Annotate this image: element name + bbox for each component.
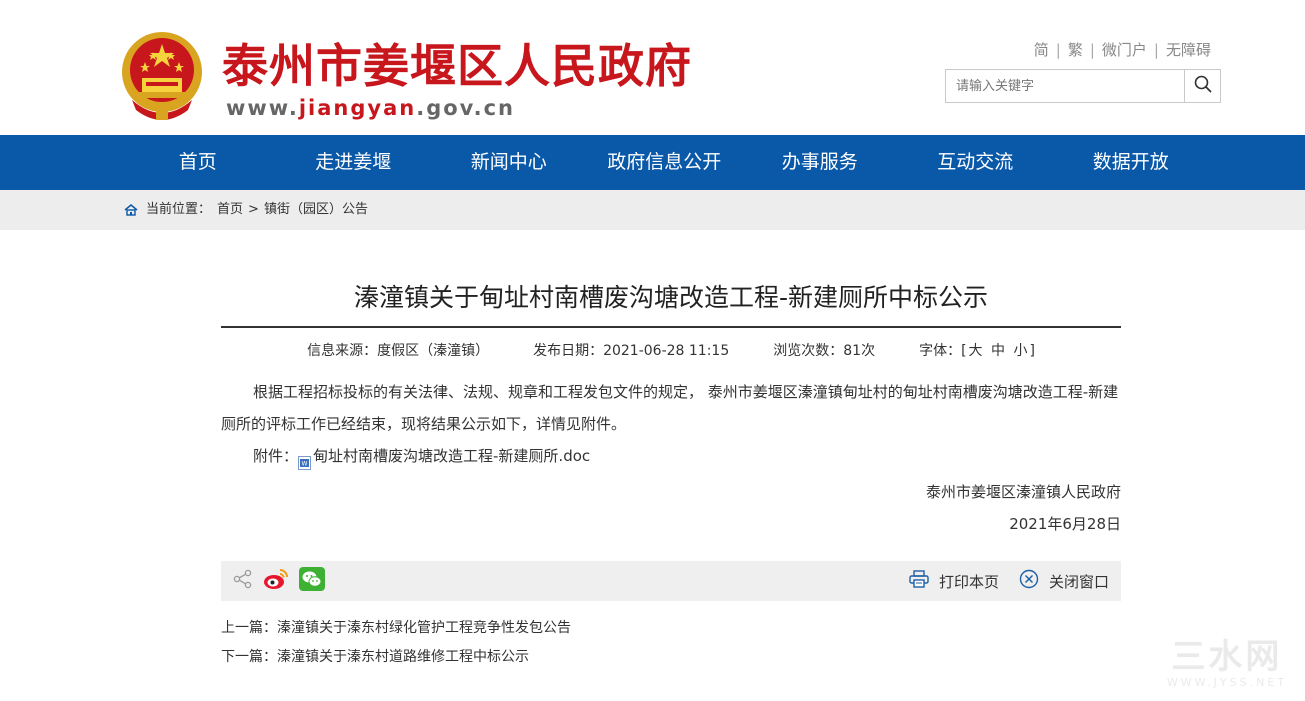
nav-item-gov-info[interactable]: 政府信息公开 — [587, 135, 743, 190]
watermark-text: 三水网 — [1171, 637, 1283, 677]
printer-icon — [909, 570, 939, 592]
search-box — [945, 69, 1221, 103]
signature: 泰州市姜堰区溱潼镇人民政府 — [925, 483, 1121, 501]
nav-item-about[interactable]: 走进姜堰 — [276, 135, 432, 190]
nav-item-home[interactable]: 首页 — [120, 135, 276, 190]
search-button[interactable] — [1184, 70, 1220, 102]
url-highlight: jiangyan — [298, 96, 417, 120]
font-small-button[interactable]: 小 — [1013, 343, 1027, 359]
link-micro-portal[interactable]: 微门户 — [1102, 41, 1147, 59]
close-window-button[interactable]: 关闭窗口 — [1019, 569, 1109, 593]
meta-views: 浏览次数：81次 — [773, 343, 876, 359]
article-paragraph: 根据工程招标投标的有关法律、法规、规章和工程发包文件的规定， 泰州市姜堰区溱潼镇… — [221, 383, 1119, 433]
share-bar: 打印本页 关闭窗口 — [221, 561, 1121, 601]
print-label: 打印本页 — [938, 572, 999, 591]
divider: | — [1153, 41, 1159, 59]
next-article-link[interactable]: 溱潼镇关于溱东村道路维修工程中标公示 — [277, 649, 529, 665]
sign-date: 2021年6月28日 — [1009, 515, 1121, 533]
watermark: 三水网 WWW.JYSS.NET — [1167, 638, 1287, 689]
breadcrumb: 当前位置： 首页 > 镇街（园区）公告 — [0, 190, 1305, 230]
search-input[interactable] — [946, 70, 1184, 102]
nav-item-open-data[interactable]: 数据开放 — [1053, 135, 1209, 190]
national-emblem-logo[interactable] — [120, 30, 204, 122]
site-url: www.jiangyan.gov.cn — [226, 96, 515, 120]
font-medium-button[interactable]: 中 — [991, 343, 1005, 359]
article-meta: 信息来源：度假区（溱潼镇） 发布日期：2021-06-28 11:15 浏览次数… — [221, 340, 1121, 360]
prev-label: 上一篇： — [221, 620, 277, 636]
site-title: 泰州市姜堰区人民政府 — [222, 39, 692, 93]
next-article: 下一篇：溱潼镇关于溱东村道路维修工程中标公示 — [221, 643, 571, 672]
search-icon — [1194, 75, 1212, 97]
url-prefix: www. — [226, 96, 299, 120]
article-title: 溱潼镇关于甸址村南槽废沟塘改造工程-新建厕所中标公示 — [353, 283, 989, 312]
font-label: 字体：[ — [919, 343, 967, 359]
breadcrumb-label: 当前位置： — [146, 202, 212, 217]
word-doc-icon: W — [298, 449, 312, 470]
breadcrumb-separator: > — [248, 202, 259, 217]
attachment-row: 附件： W 甸址村南槽废沟塘改造工程-新建厕所.doc — [221, 440, 1121, 472]
site-header: 泰州市姜堰区人民政府 www.jiangyan.gov.cn 简 | 繁 | 微门户 | 无… — [0, 0, 1305, 135]
close-window-label: 关闭窗口 — [1048, 572, 1109, 591]
top-links: 简 | 繁 | 微门户 | 无障碍 — [1034, 39, 1211, 60]
weibo-icon[interactable] — [263, 567, 289, 595]
attachment-link[interactable]: 甸址村南槽废沟塘改造工程-新建厕所.doc — [313, 440, 590, 472]
link-accessibility[interactable]: 无障碍 — [1166, 41, 1211, 59]
meta-date: 发布日期：2021-06-28 11:15 — [533, 343, 730, 359]
article-content: 根据工程招标投标的有关法律、法规、规章和工程发包文件的规定， 泰州市姜堰区溱潼镇… — [221, 376, 1121, 472]
next-label: 下一篇： — [221, 649, 277, 665]
divider: | — [1055, 41, 1061, 59]
nav-item-interaction[interactable]: 互动交流 — [898, 135, 1054, 190]
divider: | — [1089, 41, 1095, 59]
nav-item-news[interactable]: 新闻中心 — [431, 135, 587, 190]
home-icon — [124, 204, 138, 216]
prev-article: 上一篇：溱潼镇关于溱东村绿化管护工程竞争性发包公告 — [221, 614, 571, 643]
font-large-button[interactable]: 大 — [969, 343, 983, 359]
font-size-control: 字体：[大 中 小] — [919, 340, 1035, 360]
svg-text:W: W — [302, 461, 308, 468]
link-simplified[interactable]: 简 — [1034, 41, 1049, 59]
prev-article-link[interactable]: 溱潼镇关于溱东村绿化管护工程竞争性发包公告 — [277, 620, 571, 636]
breadcrumb-home[interactable]: 首页 — [217, 190, 243, 230]
wechat-icon[interactable] — [299, 567, 325, 595]
main-nav: 首页 走进姜堰 新闻中心 政府信息公开 办事服务 互动交流 数据开放 — [0, 135, 1305, 190]
breadcrumb-current[interactable]: 镇街（园区）公告 — [264, 190, 368, 230]
article: 溱潼镇关于甸址村南槽废沟塘改造工程-新建厕所中标公示 信息来源：度假区（溱潼镇）… — [221, 270, 1121, 540]
close-icon — [1019, 569, 1049, 593]
print-button[interactable]: 打印本页 — [909, 570, 999, 592]
watermark-url: WWW.JYSS.NET — [1166, 676, 1287, 689]
nav-item-services[interactable]: 办事服务 — [742, 135, 898, 190]
font-end: ] — [1029, 343, 1035, 359]
meta-source: 信息来源：度假区（溱潼镇） — [307, 343, 490, 359]
title-divider — [221, 326, 1121, 328]
share-icon[interactable] — [233, 569, 253, 593]
attachment-label: 附件： — [253, 447, 299, 465]
link-traditional[interactable]: 繁 — [1068, 41, 1083, 59]
prev-next-links: 上一篇：溱潼镇关于溱东村绿化管护工程竞争性发包公告 下一篇：溱潼镇关于溱东村道路… — [221, 614, 571, 672]
url-suffix: .gov.cn — [416, 96, 516, 120]
